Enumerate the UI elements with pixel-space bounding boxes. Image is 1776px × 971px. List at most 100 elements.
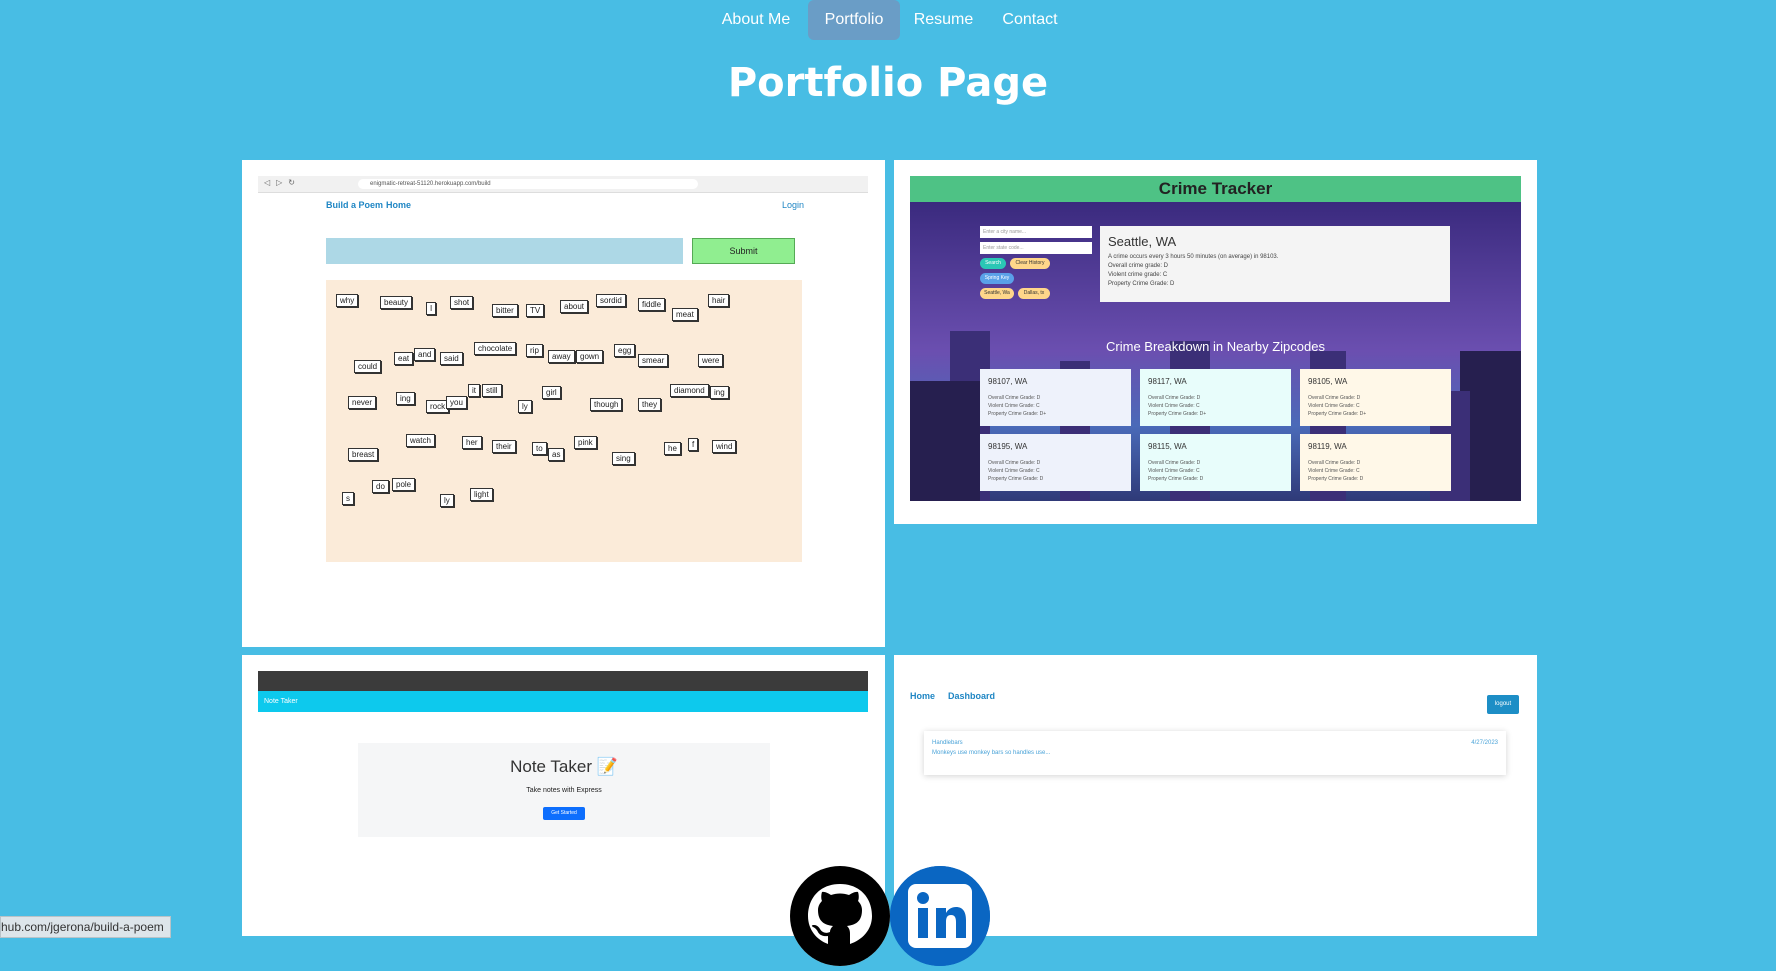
word-magnet: bitter [492,304,518,317]
dash-home-link: Home [910,691,936,701]
nav-about-me[interactable]: About Me [716,0,796,40]
zip-grade: Violent Crime Grade: C [988,403,1040,409]
word-magnet: away [548,350,575,363]
word-magnet: rip [526,344,543,357]
note-taker-subtitle: Take notes with Express [526,787,602,794]
crime-tracker-body: Enter a city name... Enter state code...… [910,202,1521,501]
word-magnet: though [590,398,623,411]
zip-card: 98105, WA Overall Crime Grade: D Violent… [1300,369,1451,426]
browser-bar: ◁▷↻ enigmatic-retreat-51120.herokuapp.co… [258,176,868,193]
clear-history-pill: Clear History [1010,258,1050,269]
word-magnet: sordid [596,294,626,307]
post-title: Handlebars [932,740,963,746]
crime-tracker-screenshot: Crime Tracker Enter a city name... Enter… [910,176,1521,501]
word-magnet: chocolate [474,342,517,355]
crime-tracker-title: Crime Tracker [910,176,1521,202]
poem-home-link: Home [386,200,412,210]
nav-resume[interactable]: Resume [906,0,981,40]
word-magnet: why [336,294,359,307]
project-card-tech-blog[interactable]: Home Dashboard logout Handlebars 4/27/20… [894,655,1537,936]
linkedin-icon [890,866,990,966]
zip-card: 98195, WA Overall Crime Grade: D Violent… [980,434,1131,491]
post-body: Monkeys use monkey bars so handles use..… [932,750,1051,756]
search-pill: Search [980,258,1006,269]
zip-card: 98117, WA Overall Crime Grade: D Violent… [1140,369,1291,426]
word-magnet: I [426,302,437,315]
word-magnet: as [548,448,565,461]
breakdown-title: Crime Breakdown in Nearby Zipcodes [1106,339,1325,354]
note-taker-jumbotron: Note Taker 📝 Take notes with Express Get… [358,743,770,837]
word-magnet: wind [712,440,737,453]
city-input: Enter a city name... [980,226,1092,238]
word-magnet: ing [396,392,415,405]
word-magnet: never [348,396,377,409]
zip-card: 98107, WA Overall Crime Grade: D Violent… [980,369,1131,426]
zip-grade: Overall Crime Grade: D [988,460,1041,466]
zip-grade: Violent Crime Grade: C [1148,403,1200,409]
zip-grade: Violent Crime Grade: C [1148,468,1200,474]
logout-button: logout [1487,695,1519,714]
word-magnet: eat [394,352,414,365]
top-nav: About Me Portfolio Resume Contact [0,0,1776,40]
status-bar-url: hub.com/jgerona/build-a-poem [0,916,171,938]
nav-portfolio[interactable]: Portfolio [808,0,900,40]
zip-card: 98115, WA Overall Crime Grade: D Violent… [1140,434,1291,491]
word-magnet: pole [392,478,416,491]
word-magnet: and [414,348,436,361]
result-line: Property Crime Grade: D [1108,281,1175,287]
url-box: enigmatic-retreat-51120.herokuapp.com/bu… [358,179,698,189]
word-magnet: do [372,480,389,493]
project-card-note-taker[interactable]: Note Taker Note Taker 📝 Take notes with … [242,655,885,936]
post-date: 4/27/2023 [1471,740,1498,746]
dashboard-screenshot: Home Dashboard logout Handlebars 4/27/20… [910,671,1521,931]
word-magnet: ly [518,400,532,413]
note-taker-navbar: Note Taker [258,691,868,712]
zip-code: 98115, WA [1148,442,1187,451]
word-board: why beauty Ishot bitter TV about sordid fiddle m… [326,280,802,562]
nav-contact[interactable]: Contact [994,0,1066,40]
word-magnet: their [492,440,516,453]
project-card-build-a-poem[interactable]: ◁▷↻ enigmatic-retreat-51120.herokuapp.co… [242,160,885,647]
project-card-crime-tracker[interactable]: Crime Tracker Enter a city name... Enter… [894,160,1537,524]
zip-grade: Property Crime Grade: D [1308,476,1364,482]
zip-grade: Overall Crime Grade: D [1308,460,1361,466]
zip-grade: Property Crime Grade: D [988,476,1044,482]
result-line: Overall crime grade: D [1108,263,1169,269]
zip-code: 98117, WA [1148,377,1187,386]
word-magnet: shot [450,296,474,309]
word-magnet: were [698,354,724,367]
word-magnet: ly [440,494,454,507]
poem-login-link: Login [782,200,805,210]
poem-input [326,238,683,264]
result-city: Seattle, WA [1108,234,1177,249]
word-magnet: ing [710,386,729,399]
zip-grade: Overall Crime Grade: D [988,395,1041,401]
history-pill: Dallas, tx [1018,288,1050,299]
word-magnet: meat [672,308,698,321]
word-magnet: they [638,398,662,411]
zip-grade: Overall Crime Grade: D [1148,395,1201,401]
zip-grade: Overall Crime Grade: D [1148,460,1201,466]
result-line: Violent crime grade: C [1108,272,1168,278]
zip-code: 98119, WA [1308,442,1347,451]
word-magnet: fiddle [638,298,666,311]
word-magnet: sing [612,452,635,465]
note-taker-screenshot: Note Taker Note Taker 📝 Take notes with … [258,671,868,931]
zip-grade: Violent Crime Grade: C [988,468,1040,474]
memo-icon: 📝 [596,757,618,776]
crime-result-panel: Seattle, WA A crime occurs every 3 hours… [1100,226,1450,302]
result-line: A crime occurs every 3 hours 50 minutes … [1108,254,1279,260]
linkedin-link[interactable] [890,866,990,966]
word-magnet: he [664,442,681,455]
dash-dashboard-link: Dashboard [948,691,996,701]
word-magnet: diamond [670,384,709,397]
word-magnet: gown [576,350,604,363]
poem-screenshot: ◁▷↻ enigmatic-retreat-51120.herokuapp.co… [258,176,868,627]
state-input: Enter state code... [980,242,1092,254]
history-pill: Seattle, Wa [980,288,1014,299]
word-magnet: about [560,300,589,313]
github-link[interactable] [790,866,890,966]
zip-grade: Property Crime Grade: D+ [1308,411,1367,417]
zip-code: 98107, WA [988,377,1028,386]
zip-card: 98119, WA Overall Crime Grade: D Violent… [1300,434,1451,491]
